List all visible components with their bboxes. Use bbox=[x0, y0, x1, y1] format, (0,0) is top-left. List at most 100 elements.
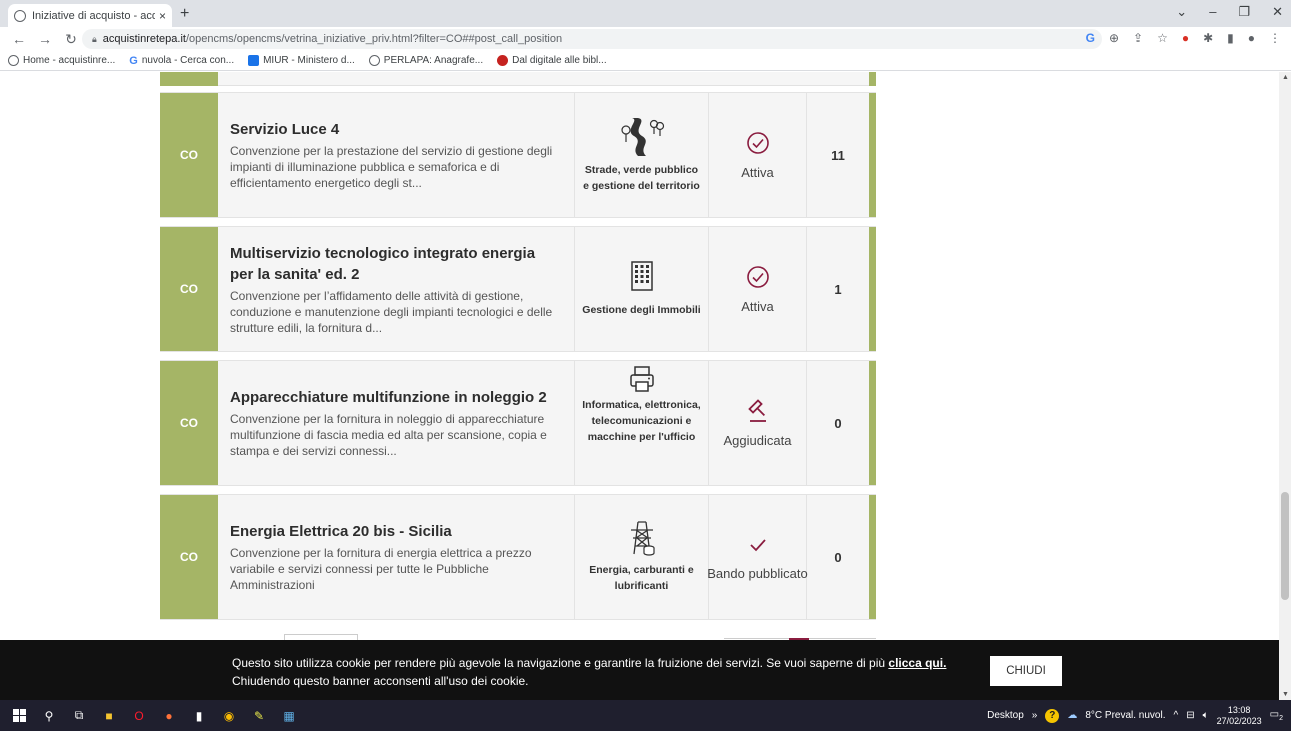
globe-icon bbox=[8, 55, 19, 66]
page-scrollbar[interactable]: ▲ ▼ bbox=[1279, 72, 1291, 700]
card-count: 1 bbox=[834, 281, 842, 297]
card-code-strip bbox=[160, 72, 218, 86]
initiative-card[interactable]: CO Servizio Luce 4 Convenzione per la pr… bbox=[160, 92, 876, 218]
forward-icon[interactable]: → bbox=[38, 31, 52, 47]
url-path: /opencms/opencms/vetrina_iniziative_priv… bbox=[185, 33, 563, 45]
card-status: Aggiudicata bbox=[709, 361, 807, 485]
google-icon[interactable]: G bbox=[1086, 31, 1095, 45]
new-tab-button[interactable]: + bbox=[180, 5, 189, 23]
menu-kebab-icon[interactable]: ⋮ bbox=[1269, 31, 1281, 45]
restore-button[interactable]: ❐ bbox=[1238, 4, 1250, 20]
miur-icon bbox=[248, 55, 260, 66]
card-count: 0 bbox=[834, 549, 842, 565]
search-icon[interactable]: ⚲ bbox=[42, 709, 56, 723]
building-icon bbox=[630, 261, 653, 291]
bookmark-label: Dal digitale alle bibl... bbox=[512, 55, 607, 66]
firefox-icon[interactable]: ● bbox=[162, 709, 176, 723]
side-panel-icon[interactable]: ▮ bbox=[1227, 31, 1234, 45]
card-right-strip bbox=[869, 495, 876, 619]
category-label: Energia, carburanti e lubrificanti bbox=[589, 564, 694, 592]
card-description: Convenzione per la fornitura di energia … bbox=[230, 546, 532, 592]
scroll-down-arrow-icon[interactable]: ▼ bbox=[1282, 691, 1289, 698]
notifications-icon[interactable]: ▭2 bbox=[1270, 709, 1283, 722]
tipo-code: CO bbox=[160, 227, 218, 351]
google-icon: G bbox=[129, 54, 138, 67]
opera-icon[interactable]: O bbox=[132, 709, 146, 723]
tab-close-button[interactable]: × bbox=[159, 9, 166, 23]
weather-text[interactable]: 8°C Preval. nuvol. bbox=[1085, 710, 1165, 721]
cookie-text-consent: Chiudendo questo banner acconsenti all'u… bbox=[232, 674, 529, 688]
windows-start-icon[interactable] bbox=[12, 709, 26, 723]
chevron-right-icon[interactable]: » bbox=[1032, 710, 1038, 721]
initiative-card[interactable]: CO Multiservizio tecnologico integrato e… bbox=[160, 226, 876, 352]
close-window-button[interactable]: ✕ bbox=[1272, 4, 1283, 20]
extension-red-icon[interactable]: ● bbox=[1182, 31, 1189, 45]
chrome-icon[interactable]: ◉ bbox=[222, 709, 236, 723]
clock[interactable]: 13:08 27/02/2023 bbox=[1217, 705, 1262, 727]
card-title[interactable]: Apparecchiature multifunzione in noleggi… bbox=[230, 387, 562, 408]
zoom-icon[interactable]: ⊕ bbox=[1109, 31, 1119, 45]
category-label: Strade, verde pubblico e gestione del te… bbox=[583, 164, 700, 192]
share-icon[interactable]: ⇪ bbox=[1133, 31, 1143, 45]
cookie-close-button[interactable]: CHIUDI bbox=[990, 656, 1062, 686]
initiative-card[interactable]: CO Apparecchiature multifunzione in nole… bbox=[160, 360, 876, 486]
file-explorer-icon[interactable]: ■ bbox=[102, 709, 116, 723]
puzzle-icon[interactable]: ✱ bbox=[1203, 31, 1213, 45]
card-title[interactable]: Multiservizio tecnologico integrato ener… bbox=[230, 243, 562, 285]
minimize-button[interactable]: – bbox=[1209, 4, 1216, 20]
previous-card-edge bbox=[160, 72, 876, 86]
card-status: Attiva bbox=[709, 227, 807, 351]
tab-search-icon[interactable]: ⌄ bbox=[1176, 4, 1187, 20]
address-bar[interactable]: 🔒︎ acquistinretepa.it/opencms/opencms/ve… bbox=[82, 29, 1102, 49]
site-favicon-icon bbox=[14, 9, 26, 22]
browser-tab[interactable]: Iniziative di acquisto - acquistinr × bbox=[8, 4, 172, 27]
card-title[interactable]: Energia Elettrica 20 bis - Sicilia bbox=[230, 521, 562, 542]
reload-icon[interactable]: ↻ bbox=[64, 31, 78, 48]
card-description: Convenzione per la prestazione del servi… bbox=[230, 144, 553, 190]
file-icon[interactable]: ▮ bbox=[192, 709, 206, 723]
status-label: Bando pubblicato bbox=[707, 565, 808, 581]
scroll-up-arrow-icon[interactable]: ▲ bbox=[1282, 74, 1289, 81]
taskbar-apps: ⚲ ⧉ ■ O ● ▮ ◉ ✎ ▦ bbox=[12, 708, 296, 723]
bookmark-label: PERLAPA: Anagrafe... bbox=[383, 55, 484, 66]
printer-icon bbox=[629, 366, 654, 392]
tray-expand-icon[interactable]: ^ bbox=[1174, 710, 1179, 721]
tipo-code: CO bbox=[160, 361, 218, 485]
card-count: 11 bbox=[831, 147, 845, 163]
bookmark-item[interactable]: Home - acquistinre... bbox=[8, 55, 115, 66]
bookmarks-bar: Home - acquistinre... Gnuvola - Cerca co… bbox=[0, 51, 1291, 71]
bookmark-item[interactable]: MIUR - Ministero d... bbox=[248, 55, 355, 66]
system-tray: Desktop » ? ☁ 8°C Preval. nuvol. ^ ⊟ 🔈︎ … bbox=[987, 700, 1283, 731]
lock-icon[interactable]: 🔒︎ bbox=[92, 34, 97, 45]
bookmark-star-icon[interactable]: ☆ bbox=[1157, 31, 1168, 45]
initiative-card[interactable]: CO Energia Elettrica 20 bis - Sicilia Co… bbox=[160, 494, 876, 620]
scroll-thumb[interactable] bbox=[1281, 492, 1289, 600]
bookmark-item[interactable]: Gnuvola - Cerca con... bbox=[129, 55, 234, 67]
clock-time: 13:08 bbox=[1227, 704, 1251, 715]
card-main: Multiservizio tecnologico integrato ener… bbox=[218, 227, 574, 351]
checkmark-icon bbox=[749, 538, 766, 551]
card-right-strip bbox=[869, 93, 876, 217]
road-trees-icon bbox=[620, 118, 664, 156]
back-icon[interactable]: ← bbox=[12, 31, 26, 47]
tab-title: Iniziative di acquisto - acquistinr bbox=[32, 9, 155, 22]
cookie-info-link[interactable]: clicca qui. bbox=[888, 656, 946, 670]
volume-icon[interactable]: 🔈︎ bbox=[1203, 710, 1209, 721]
card-description: Convenzione per la fornitura in noleggio… bbox=[230, 412, 547, 458]
help-icon[interactable]: ? bbox=[1045, 708, 1060, 723]
weather-icon[interactable]: ☁ bbox=[1067, 710, 1077, 721]
network-icon[interactable]: ⊟ bbox=[1186, 710, 1194, 721]
paint-icon[interactable]: ✎ bbox=[252, 709, 266, 723]
card-main: Servizio Luce 4 Convenzione per la prest… bbox=[218, 93, 574, 217]
bookmark-item[interactable]: Dal digitale alle bibl... bbox=[497, 55, 607, 66]
calculator-icon[interactable]: ▦ bbox=[282, 709, 296, 723]
task-view-icon[interactable]: ⧉ bbox=[72, 708, 86, 723]
desktop-toolbar-label[interactable]: Desktop bbox=[987, 710, 1024, 721]
library-icon bbox=[497, 55, 509, 66]
cookie-banner: Questo sito utilizza cookie per rendere … bbox=[0, 640, 1279, 700]
card-title[interactable]: Servizio Luce 4 bbox=[230, 119, 562, 140]
bookmark-item[interactable]: PERLAPA: Anagrafe... bbox=[368, 55, 484, 66]
bookmark-label: MIUR - Ministero d... bbox=[263, 55, 355, 66]
profile-icon[interactable]: ● bbox=[1248, 31, 1255, 45]
tipo-code: CO bbox=[160, 93, 218, 217]
